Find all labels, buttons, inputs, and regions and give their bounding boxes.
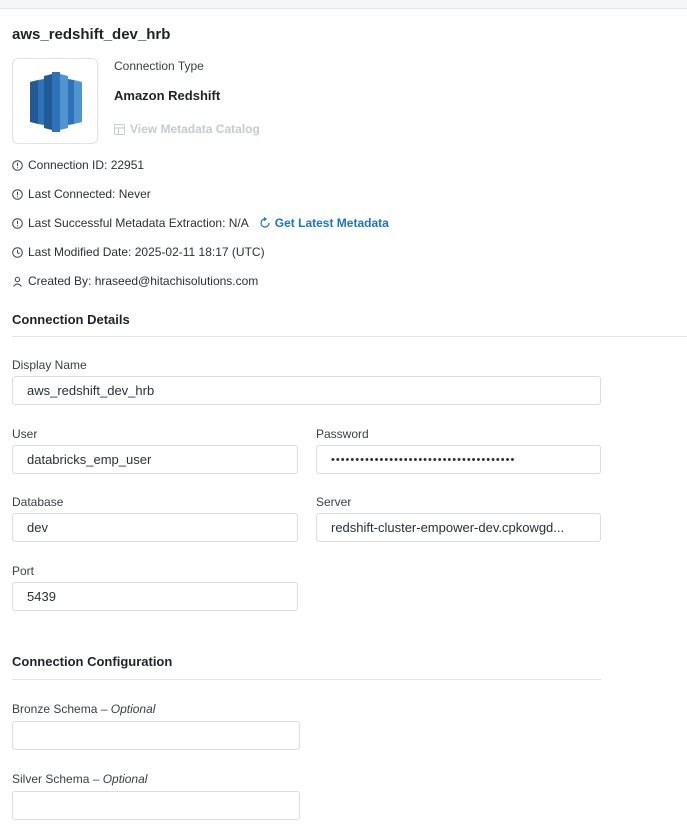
bronze-schema-label: Bronze Schema – Optional xyxy=(12,702,155,716)
silver-schema-label: Silver Schema – Optional xyxy=(12,772,147,786)
silver-schema-label-text: Silver Schema xyxy=(12,772,90,786)
section-divider xyxy=(12,679,601,680)
connection-id-text: Connection ID: 22951 xyxy=(28,158,145,172)
server-value: redshift-cluster-empower-dev.cpkowgd... xyxy=(331,520,565,535)
user-icon xyxy=(13,276,22,287)
connection-logo xyxy=(12,58,98,144)
last-extraction-row: Last Successful Metadata Extraction: N/A… xyxy=(12,216,389,230)
optional-tag: – Optional xyxy=(92,772,148,786)
last-connected-row: Last Connected: Never xyxy=(12,187,151,201)
connection-type-label: Connection Type xyxy=(114,59,204,73)
connection-id-row: Connection ID: 22951 xyxy=(12,158,144,172)
port-input[interactable]: 5439 xyxy=(12,582,298,611)
password-label: Password xyxy=(316,427,369,441)
info-icon xyxy=(12,159,23,171)
database-input[interactable]: dev xyxy=(12,513,298,542)
get-latest-metadata-link[interactable]: Get Latest Metadata xyxy=(259,216,389,230)
bronze-schema-input[interactable] xyxy=(12,721,300,750)
port-value: 5439 xyxy=(27,589,56,604)
page-title: aws_redshift_dev_hrb xyxy=(12,26,171,43)
silver-schema-input[interactable] xyxy=(12,791,300,820)
view-metadata-catalog-link[interactable]: View Metadata Catalog xyxy=(114,122,260,136)
display-name-label: Display Name xyxy=(12,358,87,372)
user-value: databricks_emp_user xyxy=(27,452,152,467)
optional-tag: – Optional xyxy=(100,702,156,716)
refresh-icon xyxy=(260,217,270,228)
password-input[interactable]: •••••••••••••••••••••••••••••••••••••• xyxy=(316,445,601,474)
created-by-row: Created By: hraseed@hitachisolutions.com xyxy=(12,274,258,288)
user-input[interactable]: databricks_emp_user xyxy=(12,445,298,474)
last-modified-text: Last Modified Date: 2025-02-11 18:17 (UT… xyxy=(28,245,265,259)
connection-details-heading: Connection Details xyxy=(12,312,130,327)
amazon-redshift-logo-icon xyxy=(30,72,82,132)
created-by-text: Created By: hraseed@hitachisolutions.com xyxy=(28,274,259,288)
password-value: •••••••••••••••••••••••••••••••••••••• xyxy=(331,453,516,466)
display-name-input[interactable]: aws_redshift_dev_hrb xyxy=(12,376,601,405)
last-modified-row: Last Modified Date: 2025-02-11 18:17 (UT… xyxy=(12,245,265,259)
display-name-value: aws_redshift_dev_hrb xyxy=(27,383,155,398)
catalog-grid-icon xyxy=(114,123,125,135)
server-label: Server xyxy=(316,495,352,509)
server-input[interactable]: redshift-cluster-empower-dev.cpkowgd... xyxy=(316,513,601,542)
port-label: Port xyxy=(12,564,35,578)
user-label: User xyxy=(12,427,38,441)
info-icon xyxy=(12,217,23,229)
connection-configuration-heading: Connection Configuration xyxy=(12,654,173,669)
last-extraction-text: Last Successful Metadata Extraction: N/A xyxy=(28,216,249,230)
last-connected-text: Last Connected: Never xyxy=(28,187,151,201)
bronze-schema-label-text: Bronze Schema xyxy=(12,702,98,716)
connection-type-value: Amazon Redshift xyxy=(114,88,221,103)
database-label: Database xyxy=(12,495,64,509)
info-icon xyxy=(12,188,23,200)
section-divider xyxy=(12,336,687,337)
database-value: dev xyxy=(27,520,48,535)
view-metadata-catalog-label: View Metadata Catalog xyxy=(130,122,260,136)
clock-icon xyxy=(12,246,23,258)
get-latest-metadata-label: Get Latest Metadata xyxy=(274,216,389,230)
